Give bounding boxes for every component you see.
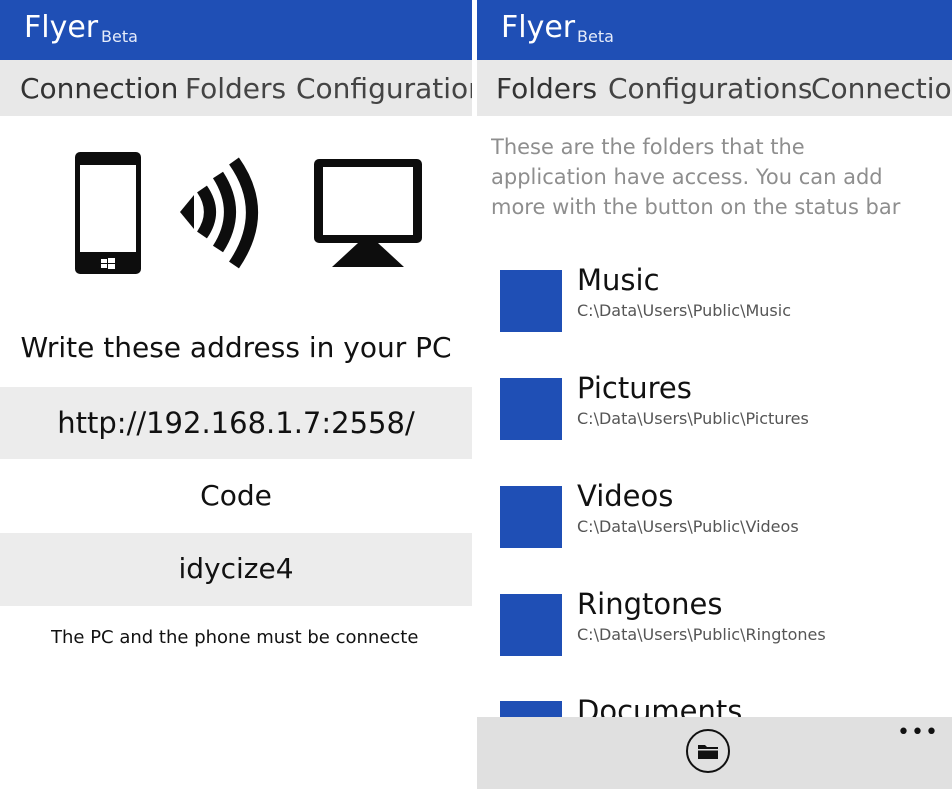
folder-item-music[interactable]: Music C:\Data\Users\Public\Music (500, 262, 930, 342)
intro-line: application have access. You can add (491, 165, 883, 189)
code-label: Code (200, 479, 272, 512)
app-title: Flyer (501, 10, 576, 45)
folder-icon (698, 745, 718, 759)
address-box: http://192.168.1.7:2558/ (0, 387, 472, 459)
folder-path: C:\Data\Users\Public\Music (577, 301, 792, 320)
app-bar: ••• (477, 717, 952, 789)
tab-folders[interactable]: Folders (185, 72, 286, 106)
folder-tile (500, 270, 562, 332)
folder-item-videos[interactable]: Videos C:\Data\Users\Public\Videos (500, 478, 930, 558)
tab-configurations[interactable]: Configurations (608, 72, 812, 106)
folder-name: Music (577, 263, 660, 297)
tab-connection[interactable]: Connection (811, 72, 952, 106)
server-address: http://192.168.1.7:2558/ (57, 406, 415, 440)
tab-configurations[interactable]: Configurations (296, 72, 472, 106)
intro-line: more with the button on the status bar (491, 195, 901, 219)
app-title: Flyer (24, 10, 99, 45)
folder-path: C:\Data\Users\Public\Pictures (577, 409, 809, 428)
folder-item-ringtones[interactable]: Ringtones C:\Data\Users\Public\Ringtones (500, 586, 930, 666)
connection-note: The PC and the phone must be connecte (51, 627, 419, 648)
connect-instruction: Write these address in your PC (20, 331, 452, 364)
folder-name: Videos (577, 479, 674, 513)
folder-item-pictures[interactable]: Pictures C:\Data\Users\Public\Pictures (500, 370, 930, 450)
folder-path: C:\Data\Users\Public\Ringtones (577, 625, 826, 644)
intro-line: These are the folders that the (491, 135, 805, 159)
folder-tile (500, 378, 562, 440)
pivot-tabs: Folders Configurations Connection (477, 60, 952, 116)
phone-icon (75, 152, 141, 274)
monitor-icon (314, 159, 422, 267)
folder-path: C:\Data\Users\Public\Videos (577, 517, 799, 536)
more-options-button[interactable]: ••• (897, 719, 939, 747)
folder-tile (500, 486, 562, 548)
folder-name: Ringtones (577, 587, 723, 621)
pivot-tabs: Connection Folders Configurations (0, 60, 472, 116)
wireless-signal-icon (180, 157, 258, 269)
title-bar: Flyer Beta (477, 0, 952, 60)
tab-connection[interactable]: Connection (20, 72, 178, 106)
app-beta-badge: Beta (577, 27, 614, 46)
access-code: idycize4 (178, 552, 294, 585)
folders-intro: These are the folders that the applicati… (491, 132, 911, 222)
folder-tile (500, 594, 562, 656)
app-beta-badge: Beta (101, 27, 138, 46)
connection-screen: Flyer Beta Connection Folders Configurat… (0, 0, 472, 789)
title-bar: Flyer Beta (0, 0, 472, 60)
tab-folders[interactable]: Folders (496, 72, 597, 106)
folders-screen: Flyer Beta Folders Configurations Connec… (477, 0, 952, 789)
folder-name: Pictures (577, 371, 692, 405)
code-box: idycize4 (0, 533, 472, 606)
add-folder-button[interactable] (686, 729, 730, 773)
